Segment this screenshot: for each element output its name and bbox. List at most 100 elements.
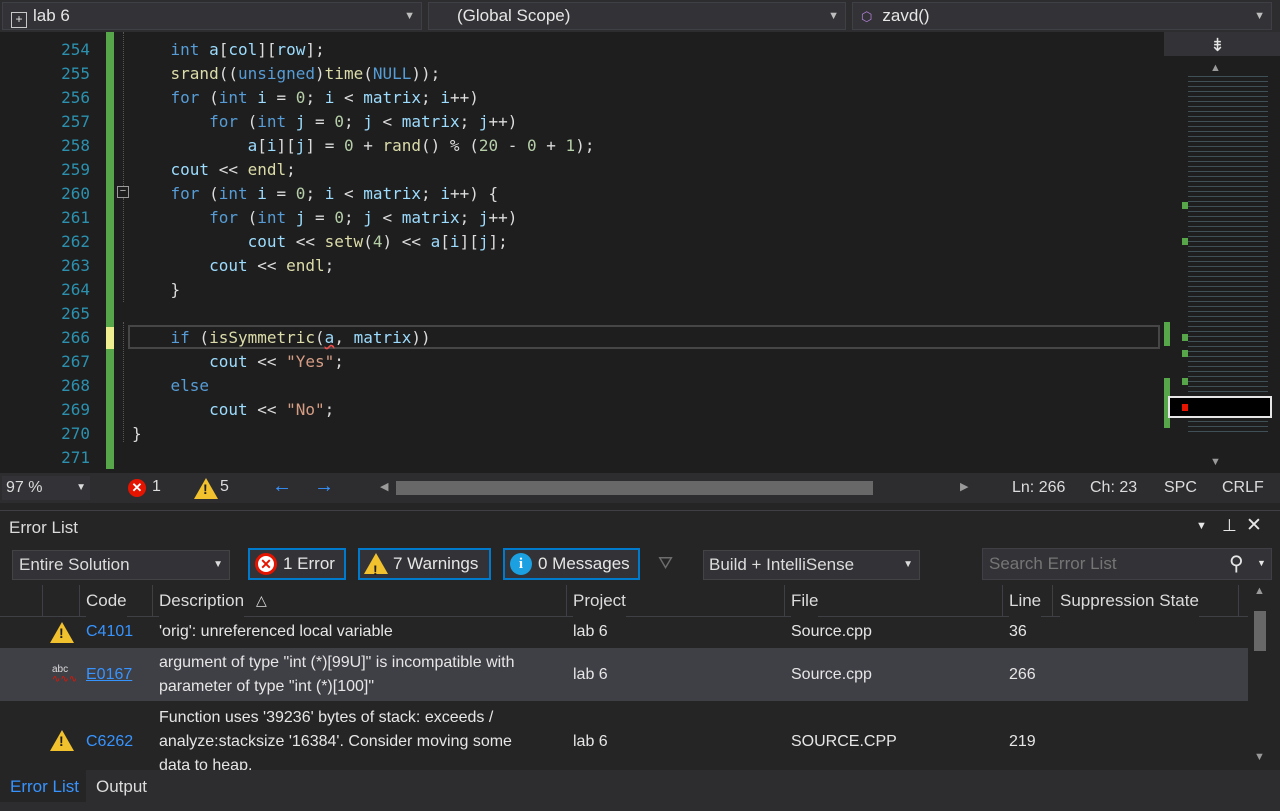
filter-icon[interactable]: ⛛ <box>658 553 673 574</box>
error-icon[interactable]: ✕ <box>128 479 146 497</box>
line-number: 266 <box>61 328 90 347</box>
column-divider <box>566 585 567 617</box>
close-icon[interactable]: ✕ <box>1246 514 1262 537</box>
error-project: lab 6 <box>573 623 608 640</box>
line-indicator: Ln: 266 <box>1012 479 1066 496</box>
search-input[interactable] <box>983 549 1223 579</box>
project-icon: + <box>11 12 27 28</box>
search-icon[interactable]: ⚲ <box>1229 551 1244 576</box>
scroll-left-icon[interactable]: ◀ <box>380 480 388 493</box>
messages-filter-button[interactable]: i 0 Messages <box>503 548 640 580</box>
column-divider <box>1052 585 1053 617</box>
warning-icon <box>50 622 74 643</box>
chevron-down-icon: ▼ <box>1254 10 1265 22</box>
errors-filter-label: 1 Error <box>283 554 335 573</box>
error-description: 'orig': unreferenced local variable <box>159 623 393 640</box>
vertical-scrollbar[interactable]: ▲ ▼ <box>1248 585 1272 770</box>
column-header-project[interactable]: Project <box>573 585 626 617</box>
horizontal-scrollbar-thumb[interactable] <box>396 481 873 495</box>
table-row[interactable]: C4101 'orig': unreferenced local variabl… <box>0 617 1248 648</box>
scroll-right-icon[interactable]: ▶ <box>960 480 968 493</box>
error-file: SOURCE.CPP <box>791 733 897 750</box>
warning-icon <box>50 730 74 751</box>
search-box[interactable]: ⚲ ▼ <box>982 548 1272 580</box>
warning-count[interactable]: 5 <box>220 478 229 496</box>
chevron-down-icon: ▼ <box>404 10 415 22</box>
code-editor[interactable]: 254 255 256 257 258 259 260 261 262 263 … <box>0 32 1164 473</box>
error-project: lab 6 <box>573 733 608 750</box>
error-description: Function uses '39236' bytes of stack: ex… <box>159 709 494 726</box>
whitespace-indicator[interactable]: SPC <box>1164 479 1197 497</box>
code-text: int a[col][row]; srand((unsigned)time(NU… <box>132 40 595 443</box>
error-file: Source.cpp <box>791 623 872 640</box>
chevron-down-icon: ▼ <box>213 559 223 570</box>
tab-output[interactable]: Output <box>86 770 162 802</box>
minimap-marker <box>1182 202 1188 209</box>
scrollbar-thumb[interactable] <box>1254 611 1266 651</box>
line-number: 268 <box>61 376 90 395</box>
scroll-down-icon[interactable]: ▼ <box>1254 751 1265 763</box>
line-number: 269 <box>61 400 90 419</box>
pin-icon[interactable]: ⊥ <box>1222 516 1237 536</box>
split-icon[interactable]: ⇟ <box>1210 35 1225 56</box>
error-description: argument of type "int (*)[99U]" is incom… <box>159 654 515 671</box>
scroll-down-icon[interactable]: ▼ <box>1210 456 1221 468</box>
error-line: 36 <box>1009 623 1027 640</box>
minimap-marker <box>1182 378 1188 385</box>
errors-filter-button[interactable]: ✕ 1 Error <box>248 548 346 580</box>
column-header-description[interactable]: Description <box>159 585 245 617</box>
project-dropdown[interactable]: + lab 6 ▼ <box>2 2 422 30</box>
collapse-toggle-icon[interactable]: − <box>117 186 129 198</box>
change-marker-saved <box>106 32 114 327</box>
column-header-suppression-state[interactable]: Suppression State <box>1060 585 1199 617</box>
info-icon: i <box>510 553 532 575</box>
error-count[interactable]: 1 <box>152 478 161 496</box>
error-description: data to heap. <box>159 757 253 770</box>
line-number-gutter: 254 255 256 257 258 259 260 261 262 263 … <box>0 38 90 470</box>
column-divider <box>1002 585 1003 617</box>
minimap-marker <box>1182 238 1188 245</box>
scroll-up-icon[interactable]: ▲ <box>1254 585 1265 597</box>
error-code-link[interactable]: E0167 <box>86 666 132 684</box>
table-row-selected[interactable]: abc ∿∿∿ E0167 argument of type "int (*)[9… <box>0 648 1248 701</box>
error-code-link[interactable]: C4101 <box>86 623 133 641</box>
sort-ascending-icon: △ <box>256 592 267 608</box>
line-number: 270 <box>61 424 90 443</box>
spellcheck-error-icon: abc ∿∿∿ <box>52 664 78 685</box>
scope-filter-dropdown[interactable]: Entire Solution ▼ <box>12 550 230 580</box>
minimap-scrollbar[interactable]: ⇟ ▲ ▼ <box>1164 32 1280 473</box>
column-header-line[interactable]: Line <box>1009 585 1042 617</box>
divider <box>0 510 1280 511</box>
warnings-filter-button[interactable]: 7 Warnings <box>358 548 491 584</box>
column-indicator: Ch: 23 <box>1090 479 1138 496</box>
member-label: zavd() <box>882 6 930 25</box>
scroll-up-icon[interactable]: ▲ <box>1210 62 1221 74</box>
line-number: 257 <box>61 112 90 131</box>
outline-guide <box>123 32 124 186</box>
chevron-down-icon[interactable]: ▼ <box>1257 558 1266 568</box>
column-divider <box>1238 585 1239 617</box>
zoom-dropdown[interactable]: 97 % ▼ <box>2 476 90 500</box>
build-filter-dropdown[interactable]: Build + IntelliSense ▼ <box>703 550 920 580</box>
tab-output-label: Output <box>96 777 148 796</box>
window-menu-icon[interactable]: ▼ <box>1196 520 1207 532</box>
line-number: 259 <box>61 160 90 179</box>
line-number: 255 <box>61 64 90 83</box>
chevron-down-icon: ▼ <box>76 482 86 493</box>
column-header-file[interactable]: File <box>791 585 819 617</box>
line-number: 256 <box>61 88 90 107</box>
line-number: 271 <box>61 448 90 467</box>
column-header-code[interactable]: Code <box>86 585 127 617</box>
scope-dropdown[interactable]: (Global Scope) ▼ <box>428 2 846 30</box>
navigate-forward-icon[interactable]: → <box>314 475 334 498</box>
error-code-link[interactable]: C6262 <box>86 733 133 751</box>
tab-error-list[interactable]: Error List <box>0 770 86 802</box>
navigate-back-icon[interactable]: ← <box>272 475 292 498</box>
member-dropdown[interactable]: ⬡ zavd() ▼ <box>852 2 1272 30</box>
line-ending-indicator[interactable]: CRLF <box>1222 479 1264 497</box>
messages-filter-label: 0 Messages <box>538 554 630 573</box>
table-row[interactable]: C6262 Function uses '39236' bytes of sta… <box>0 701 1248 770</box>
outline-guide <box>123 322 124 442</box>
line-number: 262 <box>61 232 90 251</box>
warning-icon[interactable] <box>194 478 218 499</box>
